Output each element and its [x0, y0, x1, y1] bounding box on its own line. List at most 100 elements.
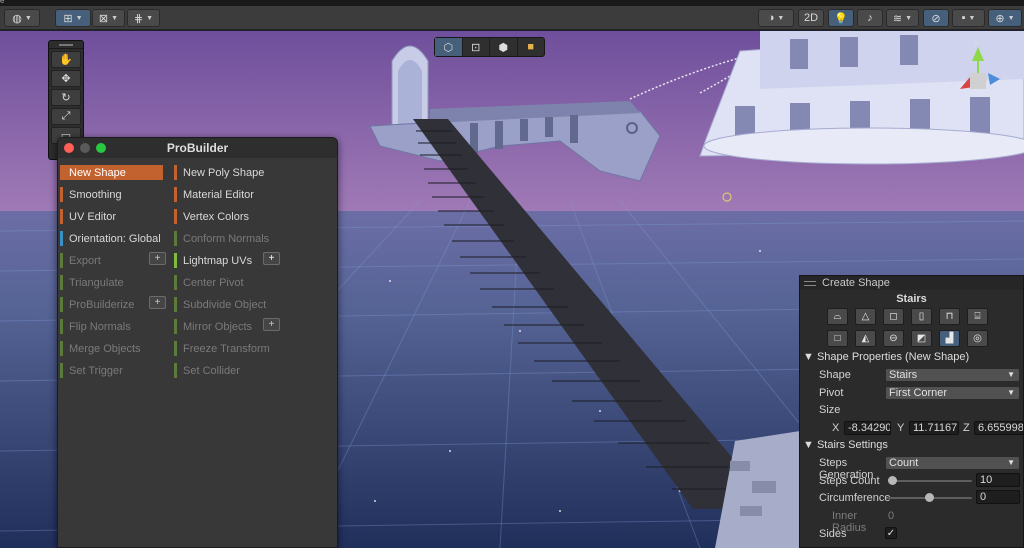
shape-pipe-button[interactable]: ⌸: [967, 308, 988, 325]
mirror-options-button[interactable]: +: [263, 318, 280, 331]
gizmos-dropdown[interactable]: ⊕ ▼: [988, 9, 1022, 27]
hand-tool[interactable]: ✋: [51, 51, 81, 68]
cube-icon: ◻: [889, 311, 898, 322]
global-toggle[interactable]: ◍ ▼: [4, 9, 40, 27]
circumference-label: Circumference: [819, 492, 891, 504]
steps-count-slider-handle[interactable]: [888, 476, 898, 485]
edge-mode-button[interactable]: ⬢: [490, 38, 518, 56]
freeze-transform-button[interactable]: Freeze Transform: [174, 341, 284, 356]
visibility-toggle[interactable]: ⊘: [923, 9, 949, 27]
export-options-button[interactable]: +: [149, 252, 166, 265]
size-y-field[interactable]: 11.71167: [909, 421, 959, 435]
overlay-grip[interactable]: [49, 41, 83, 49]
camera-dropdown[interactable]: ▪ ▼: [952, 9, 985, 27]
scale-tool[interactable]: ⤢: [51, 108, 81, 125]
size-z-field[interactable]: 6.655998: [974, 421, 1024, 435]
orientation-button[interactable]: Orientation: Global: [60, 231, 170, 246]
shape-arch-button[interactable]: ⌓: [827, 308, 848, 325]
shape-sprite-button[interactable]: ◩: [911, 330, 932, 347]
probuilderize-button[interactable]: ProBuilderize: [60, 297, 140, 312]
face-mode-icon: ■: [527, 41, 535, 53]
steps-generation-dropdown[interactable]: Count ▼: [885, 456, 1020, 470]
shape-cylinder-button[interactable]: ▯: [911, 308, 932, 325]
chevron-down-icon: ▼: [24, 14, 32, 22]
triangulate-button[interactable]: Triangulate: [60, 275, 163, 290]
steps-count-field[interactable]: 10: [976, 473, 1020, 487]
pivot-toggle[interactable]: ⊞ ▼: [55, 9, 91, 27]
merge-objects-button[interactable]: Merge Objects: [60, 341, 163, 356]
chevron-down-icon: ▼: [905, 14, 913, 22]
new-poly-shape-button[interactable]: New Poly Shape: [174, 165, 277, 180]
center-pivot-button[interactable]: Center Pivot: [174, 275, 277, 290]
shape-cube-button[interactable]: ◻: [883, 308, 904, 325]
minimize-button[interactable]: [80, 143, 90, 153]
subdivide-object-button[interactable]: Subdivide Object: [174, 297, 277, 312]
pivot-dropdown[interactable]: First Corner ▼: [885, 386, 1020, 400]
new-shape-button[interactable]: New Shape: [60, 165, 163, 180]
shape-properties-title: Shape Properties (New Shape): [816, 351, 970, 363]
shape-prism-button[interactable]: ◭: [855, 330, 876, 347]
cone-icon: △: [861, 311, 870, 322]
uv-editor-button[interactable]: UV Editor: [60, 209, 163, 224]
vertex-colors-button[interactable]: Vertex Colors: [174, 209, 277, 224]
maximize-button[interactable]: [96, 143, 106, 153]
steps-generation-value: Count: [889, 457, 919, 469]
size-z-label: Z: [963, 422, 970, 434]
circumference-slider-handle[interactable]: [925, 493, 934, 502]
circumference-field[interactable]: 0: [976, 490, 1020, 504]
shape-stairs-button[interactable]: ▟: [939, 330, 960, 347]
svg-text:y: y: [974, 38, 978, 47]
stairs-settings-foldout[interactable]: ▼ Stairs Settings: [803, 439, 888, 451]
torus-icon: ◎: [973, 333, 982, 344]
shape-sphere-button[interactable]: ⊖: [883, 330, 904, 347]
close-button[interactable]: [64, 143, 74, 153]
lightmap-options-button[interactable]: +: [263, 252, 280, 265]
effects-dropdown[interactable]: ≋ ▼: [886, 9, 919, 27]
vertex-mode-button[interactable]: ⊡: [463, 38, 490, 56]
conform-normals-button[interactable]: Conform Normals: [174, 231, 284, 246]
rotate-tool[interactable]: ↻: [51, 89, 81, 106]
lightbulb-icon: 💡: [834, 12, 848, 25]
flip-normals-button[interactable]: Flip Normals: [60, 319, 163, 334]
gizmo-globe-icon: ⊕: [995, 12, 1005, 25]
set-trigger-button[interactable]: Set Trigger: [60, 363, 163, 378]
sides-checkbox[interactable]: ✓: [885, 527, 897, 539]
shape-properties-foldout[interactable]: ▼ Shape Properties (New Shape): [803, 351, 969, 363]
prism-icon: ◭: [861, 333, 870, 344]
shape-plane-button[interactable]: □: [827, 330, 848, 347]
lighting-toggle[interactable]: 💡: [828, 9, 854, 27]
increment-snap-toggle[interactable]: ⋕ ▼: [127, 9, 160, 27]
audio-toggle[interactable]: ♪: [857, 9, 883, 27]
shape-door-button[interactable]: ⊓: [939, 308, 960, 325]
move-tool[interactable]: ✥: [51, 70, 81, 87]
shape-torus-button[interactable]: ◎: [967, 330, 988, 347]
probuilder-titlebar[interactable]: ProBuilder: [58, 138, 337, 158]
chevron-down-icon: ▼: [1007, 388, 1015, 397]
grid-snap-toggle[interactable]: ⊠ ▼: [92, 9, 125, 27]
smoothing-button[interactable]: Smoothing: [60, 187, 163, 202]
shape-dropdown-value: Stairs: [889, 369, 918, 381]
object-mode-button[interactable]: ⬡: [435, 38, 463, 56]
size-x-field[interactable]: -8.34290: [844, 421, 891, 435]
foldout-arrow-icon: ▼: [803, 439, 817, 451]
lightmap-uvs-button[interactable]: Lightmap UVs: [174, 253, 254, 268]
face-mode-button[interactable]: ■: [518, 38, 545, 56]
shape-cone-button[interactable]: △: [855, 308, 876, 325]
material-editor-button[interactable]: Material Editor: [174, 187, 277, 202]
chevron-down-icon: ▼: [146, 14, 154, 22]
probuilder-window: ProBuilder New Shape New Poly Shape Smoo…: [57, 137, 338, 548]
mirror-objects-button[interactable]: Mirror Objects: [174, 319, 254, 334]
shape-dropdown[interactable]: Stairs ▼: [885, 368, 1020, 382]
set-collider-button[interactable]: Set Collider: [174, 363, 277, 378]
create-shape-header[interactable]: Create Shape: [800, 276, 1023, 290]
pivot-label: Pivot: [819, 387, 844, 399]
steps-count-slider[interactable]: [888, 480, 972, 482]
scene-toolbar: ◍ ▼ ⊞ ▼ ⊠ ▼ ⋕ ▼ ◑ ▼ 2D 💡 ♪ ≋ ▼ ⊘ ▪ ▼ ⊕ ▼: [0, 6, 1024, 30]
arch-icon: ⌓: [833, 311, 842, 322]
export-button[interactable]: Export: [60, 253, 140, 268]
increment-snap-icon: ⋕: [133, 12, 144, 25]
toggle-2d-button[interactable]: 2D: [798, 9, 824, 27]
plane-icon: □: [834, 333, 841, 344]
draw-mode-dropdown[interactable]: ◑ ▼: [758, 9, 794, 27]
probuilderize-options-button[interactable]: +: [149, 296, 166, 309]
